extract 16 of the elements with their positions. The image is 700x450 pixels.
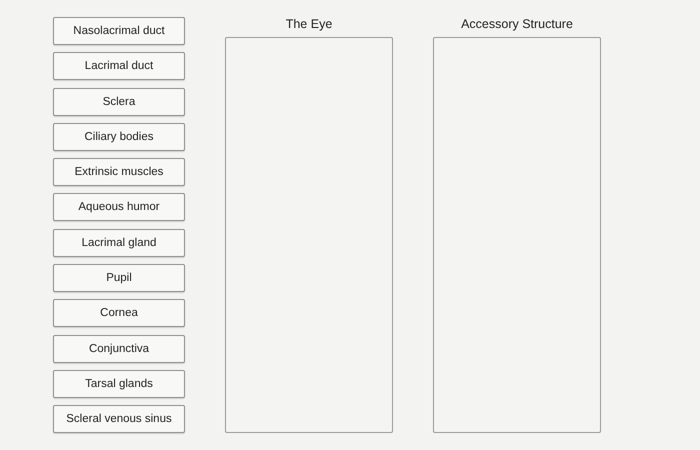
drag-item[interactable]: Ciliary bodies (53, 122, 185, 151)
column-title: The Eye (286, 17, 332, 33)
drag-item[interactable]: Tarsal glands (53, 370, 185, 398)
drag-item[interactable]: Aqueous humor (53, 193, 185, 222)
drag-item[interactable]: Conjunctiva (53, 334, 185, 363)
drop-zone[interactable] (225, 37, 393, 433)
column-title: Accessory Structure (461, 17, 573, 33)
drag-item[interactable]: Nasolacrimal duct (53, 17, 185, 45)
drag-item[interactable]: Extrinsic muscles (53, 158, 185, 186)
drop-zone[interactable] (433, 37, 601, 433)
drag-item[interactable]: Scleral venous sinus (53, 405, 185, 434)
drag-item[interactable]: Lacrimal duct (53, 52, 185, 80)
drag-item[interactable]: Cornea (53, 299, 185, 328)
drag-item[interactable]: Sclera (53, 88, 185, 116)
drag-item[interactable]: Pupil (53, 264, 185, 292)
drag-item[interactable]: Lacrimal gland (53, 228, 185, 257)
